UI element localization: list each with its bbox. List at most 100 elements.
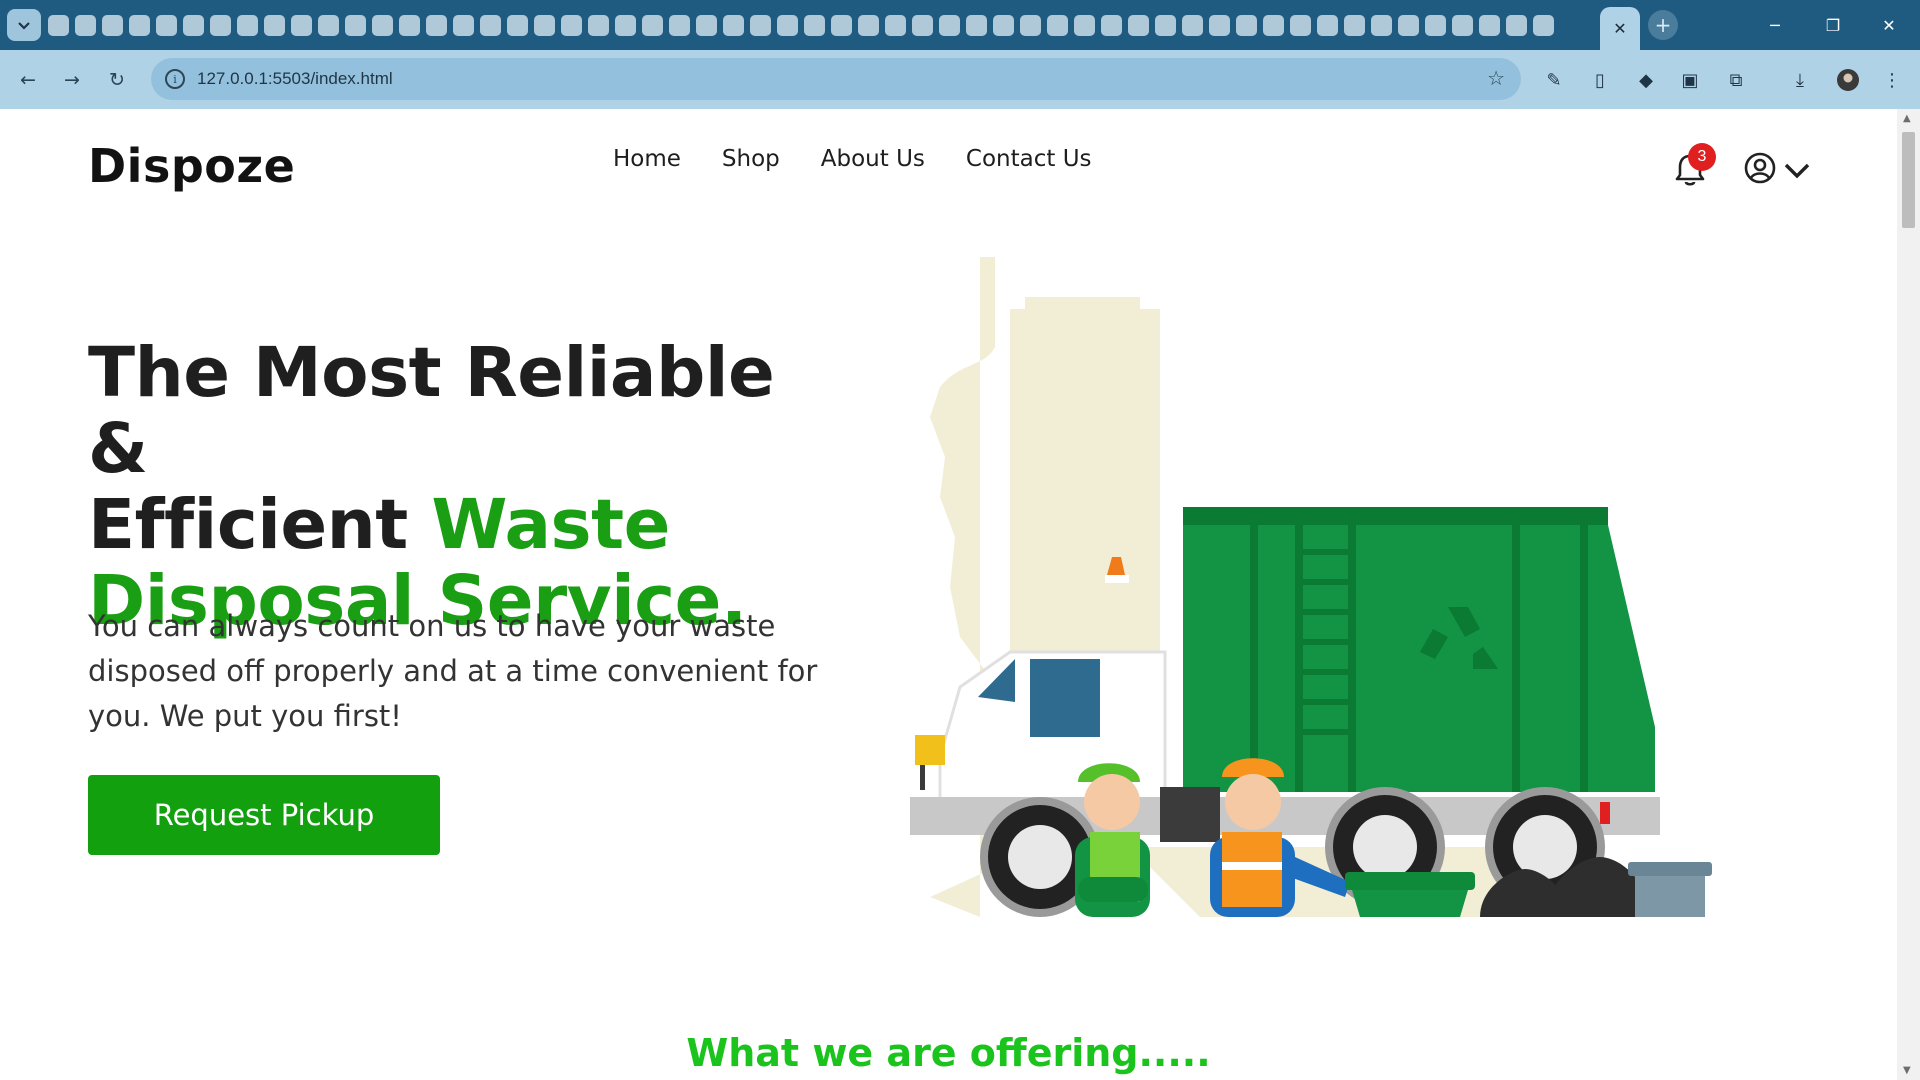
pen-extension-icon[interactable]: ✎ bbox=[1538, 64, 1570, 96]
pinned-tab-favicon[interactable] bbox=[183, 14, 204, 36]
pinned-tab-favicon[interactable] bbox=[1479, 14, 1500, 36]
pinned-tab-favicon[interactable] bbox=[615, 14, 636, 36]
pinned-tab-favicon[interactable] bbox=[804, 14, 825, 36]
pinned-tab-favicon[interactable] bbox=[696, 14, 717, 36]
site-info-icon[interactable]: i bbox=[165, 69, 185, 89]
pinned-tab-favicon[interactable] bbox=[210, 14, 231, 36]
pinned-tab-favicon[interactable] bbox=[1344, 14, 1365, 36]
pinned-tab-favicon[interactable] bbox=[534, 14, 555, 36]
hero-title-line2-green: Waste bbox=[431, 485, 670, 565]
pinned-tab-favicon[interactable] bbox=[1128, 14, 1149, 36]
profile-avatar[interactable] bbox=[1832, 64, 1864, 96]
scroll-down-icon[interactable]: ▼ bbox=[1903, 1065, 1911, 1076]
pinned-tab-favicon[interactable] bbox=[723, 14, 744, 36]
forward-button[interactable]: → bbox=[56, 64, 88, 96]
pinned-tab-favicon[interactable] bbox=[993, 14, 1014, 36]
pinned-tab-favicon[interactable] bbox=[966, 14, 987, 36]
pinned-tab-favicon[interactable] bbox=[1209, 14, 1230, 36]
site-logo[interactable]: Dispoze bbox=[88, 139, 295, 193]
pinned-tab-favicon[interactable] bbox=[1506, 14, 1527, 36]
pinned-tab-favicon[interactable] bbox=[264, 14, 285, 36]
tab-search-button[interactable] bbox=[7, 9, 41, 41]
pinned-tab-favicon[interactable] bbox=[507, 14, 528, 36]
pinned-tab-favicon[interactable] bbox=[1182, 14, 1203, 36]
request-pickup-button[interactable]: Request Pickup bbox=[88, 775, 440, 855]
pinned-tab-favicon[interactable] bbox=[1236, 14, 1257, 36]
nav-shop[interactable]: Shop bbox=[722, 146, 780, 172]
pinned-tab-favicon[interactable] bbox=[1290, 14, 1311, 36]
window-minimize-button[interactable]: ─ bbox=[1752, 8, 1798, 42]
nav-about[interactable]: About Us bbox=[821, 146, 925, 172]
nav-contact[interactable]: Contact Us bbox=[966, 146, 1092, 172]
pinned-tab-favicon[interactable] bbox=[1101, 14, 1122, 36]
pinned-tab-favicon[interactable] bbox=[831, 14, 852, 36]
metal-trash-can bbox=[1628, 862, 1712, 917]
user-circle-icon[interactable] bbox=[1744, 152, 1776, 184]
browser-tab-strip: ✕ + ─ ❐ ✕ bbox=[0, 0, 1920, 50]
pinned-tab-favicon[interactable] bbox=[1317, 14, 1338, 36]
active-tab[interactable]: ✕ bbox=[1600, 7, 1640, 50]
pinned-tab-favicon[interactable] bbox=[777, 14, 798, 36]
pinned-tab-favicon[interactable] bbox=[453, 14, 474, 36]
pinned-tab-favicon[interactable] bbox=[939, 14, 960, 36]
pinned-tabs bbox=[48, 13, 1554, 37]
pinned-tab-favicon[interactable] bbox=[1020, 14, 1041, 36]
pinned-tab-favicon[interactable] bbox=[912, 14, 933, 36]
hero-subtitle: You can always count on us to have your … bbox=[88, 609, 818, 733]
pinned-tab-favicon[interactable] bbox=[345, 14, 366, 36]
pinned-tab-favicon[interactable] bbox=[102, 14, 123, 36]
droplet-extension-icon[interactable]: ◆ bbox=[1630, 64, 1662, 96]
scroll-up-icon[interactable]: ▲ bbox=[1903, 113, 1911, 124]
browser-menu-button[interactable]: ⋮ bbox=[1876, 64, 1908, 96]
page-extension-icon[interactable]: ▯ bbox=[1584, 64, 1616, 96]
download-icon[interactable]: ⤓ bbox=[1784, 64, 1816, 96]
window-restore-button[interactable]: ❐ bbox=[1810, 8, 1856, 42]
chevron-down-icon[interactable] bbox=[1783, 161, 1811, 179]
pinned-tab-favicon[interactable] bbox=[642, 14, 663, 36]
url-text[interactable]: 127.0.0.1:5503/index.html bbox=[197, 69, 393, 89]
pinned-tab-favicon[interactable] bbox=[561, 14, 582, 36]
pinned-tab-favicon[interactable] bbox=[237, 14, 258, 36]
pinned-tab-favicon[interactable] bbox=[480, 14, 501, 36]
page-scrollbar[interactable]: ▲ ▼ bbox=[1897, 109, 1920, 1080]
recycle-bin bbox=[1345, 872, 1475, 917]
pinned-tab-favicon[interactable] bbox=[1533, 14, 1554, 36]
nav-home[interactable]: Home bbox=[613, 146, 681, 172]
pinned-tab-favicon[interactable] bbox=[129, 14, 150, 36]
pinned-tab-favicon[interactable] bbox=[372, 14, 393, 36]
pinned-tab-favicon[interactable] bbox=[426, 14, 447, 36]
pinned-tab-favicon[interactable] bbox=[1425, 14, 1446, 36]
star-icon[interactable]: ☆ bbox=[1487, 66, 1505, 90]
pinned-tab-favicon[interactable] bbox=[669, 14, 690, 36]
pinned-tab-favicon[interactable] bbox=[885, 14, 906, 36]
puzzle-icon[interactable]: ⧉ bbox=[1720, 64, 1752, 96]
tab-close-icon[interactable]: ✕ bbox=[1613, 19, 1626, 38]
pinned-tab-favicon[interactable] bbox=[48, 14, 69, 36]
window-close-button[interactable]: ✕ bbox=[1866, 8, 1912, 42]
pinned-tab-favicon[interactable] bbox=[156, 14, 177, 36]
pinned-tab-favicon[interactable] bbox=[291, 14, 312, 36]
pinned-tab-favicon[interactable] bbox=[1155, 14, 1176, 36]
pinned-tab-favicon[interactable] bbox=[750, 14, 771, 36]
chevron-down-icon bbox=[18, 22, 30, 30]
pinned-tab-favicon[interactable] bbox=[1074, 14, 1095, 36]
pinned-tab-favicon[interactable] bbox=[1047, 14, 1068, 36]
pinned-tab-favicon[interactable] bbox=[1398, 14, 1419, 36]
address-bar[interactable]: i 127.0.0.1:5503/index.html ☆ bbox=[151, 58, 1521, 100]
pinned-tab-favicon[interactable] bbox=[318, 14, 339, 36]
pinned-tab-favicon[interactable] bbox=[858, 14, 879, 36]
page: Dispoze Home Shop About Us Contact Us 3 … bbox=[0, 109, 1897, 1080]
hero-title: The Most Reliable & Efficient Waste Disp… bbox=[88, 335, 848, 639]
pinned-tab-favicon[interactable] bbox=[588, 14, 609, 36]
pinned-tab-favicon[interactable] bbox=[1452, 14, 1473, 36]
pinned-tab-favicon[interactable] bbox=[1263, 14, 1284, 36]
back-button[interactable]: ← bbox=[12, 64, 44, 96]
reload-button[interactable]: ↻ bbox=[101, 64, 133, 96]
garbage-truck-illustration bbox=[910, 257, 1712, 917]
pinned-tab-favicon[interactable] bbox=[1371, 14, 1392, 36]
scroll-thumb[interactable] bbox=[1902, 132, 1915, 228]
new-tab-button[interactable]: + bbox=[1648, 10, 1678, 40]
pinned-tab-favicon[interactable] bbox=[399, 14, 420, 36]
save-extension-icon[interactable]: ▣ bbox=[1674, 64, 1706, 96]
pinned-tab-favicon[interactable] bbox=[75, 14, 96, 36]
